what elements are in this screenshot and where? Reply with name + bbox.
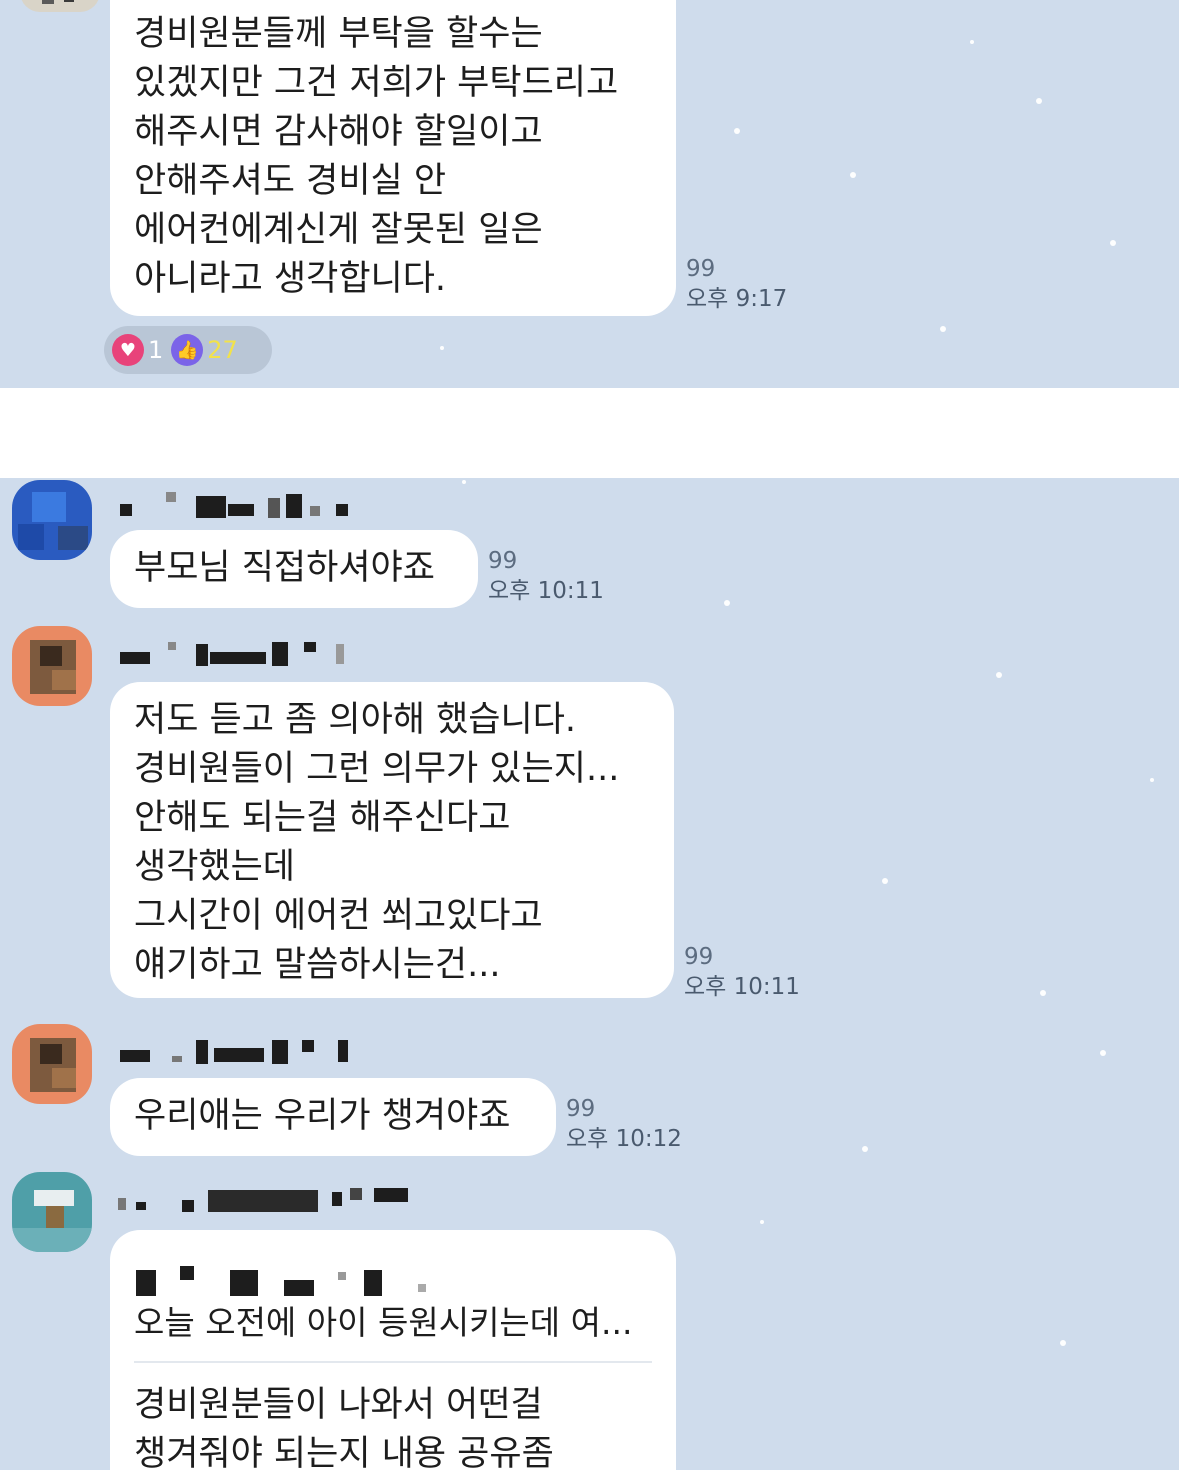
message-meta: 99 오후 10:11: [684, 942, 800, 1002]
message-bubble[interactable]: 경비원분들께 부탁을 할수는 있겠지만 그건 저희가 부탁드리고 해주시면 감사…: [110, 0, 676, 316]
sender-name-blurred: [118, 492, 358, 518]
sender-name-blurred: [118, 1186, 418, 1212]
message-line: 부모님 직접하셔야죠: [134, 548, 435, 588]
avatar[interactable]: [12, 1024, 92, 1104]
message-line: 얘기하고 말씀하시는건...: [134, 945, 501, 985]
timestamp: 오후 9:17: [686, 286, 788, 312]
chat-panel-top: 경비원분들께 부탁을 할수는 있겠지만 그건 저희가 부탁드리고 해주시면 감사…: [0, 0, 1179, 388]
avatar[interactable]: [20, 0, 100, 12]
timestamp: 오후 10:12: [566, 1126, 682, 1152]
message-line: 아니라고 생각합니다.: [134, 259, 447, 299]
message-line: 우리애는 우리가 챙겨야죠: [134, 1096, 511, 1136]
quoted-sender-blurred: [134, 1266, 652, 1296]
message-line: 경비원들이 그런 의무가 있는지...: [134, 749, 620, 789]
reaction-bar[interactable]: ♥ 1 👍 27: [104, 326, 272, 374]
message-line: 있겠지만 그건 저희가 부탁드리고: [134, 63, 619, 103]
quote-divider: [134, 1361, 652, 1363]
message-meta: 99 오후 9:17: [686, 254, 787, 314]
timestamp: 오후 10:11: [488, 578, 604, 604]
message-line: 저도 듣고 좀 의아해 했습니다.: [134, 700, 577, 740]
thumbs-up-icon: 👍: [171, 334, 204, 366]
message-meta: 99 오후 10:11: [488, 546, 604, 606]
message-line: 안해주셔도 경비실 안: [134, 161, 447, 201]
message-line: 생각했는데: [134, 847, 296, 887]
sender-name-blurred: [118, 640, 358, 666]
message-bubble[interactable]: 우리애는 우리가 챙겨야죠: [110, 1078, 556, 1156]
message-bubble[interactable]: 저도 듣고 좀 의아해 했습니다. 경비원들이 그런 의무가 있는지... 안해…: [110, 682, 674, 998]
avatar[interactable]: [12, 1172, 92, 1252]
avatar[interactable]: [12, 626, 92, 706]
avatar[interactable]: [12, 480, 92, 560]
message-line: 경비원분들이 나와서 어떤걸: [134, 1385, 543, 1425]
heart-icon: ♥: [112, 334, 144, 366]
unread-count: 99: [686, 256, 716, 282]
unread-count: 99: [684, 944, 714, 970]
message-line: 그시간이 에어컨 쐬고있다고: [134, 896, 543, 936]
like-count: 27: [207, 336, 238, 364]
message-line: 안해도 되는걸 해주신다고: [134, 798, 511, 838]
reply-message-bubble[interactable]: 오늘 오전에 아이 등원시키는데 여... 경비원분들이 나와서 어떤걸 챙겨줘…: [110, 1230, 676, 1470]
message-line: 경비원분들께 부탁을 할수는: [134, 14, 543, 54]
unread-count: 99: [488, 548, 518, 574]
message-bubble[interactable]: 부모님 직접하셔야죠: [110, 530, 478, 608]
quoted-message-preview[interactable]: 오늘 오전에 아이 등원시키는데 여...: [134, 1298, 652, 1347]
message-line: 챙겨줘야 되는지 내용 공유좀: [134, 1434, 554, 1470]
chat-panel-bottom: 부모님 직접하셔야죠 99 오후 10:11 저도 듣고 좀 의아해 했습니다.…: [0, 478, 1179, 1470]
unread-count: 99: [566, 1096, 596, 1122]
message-line: 해주시면 감사해야 할일이고: [134, 112, 543, 152]
sender-name-blurred: [118, 1038, 358, 1064]
message-line: 에어컨에계신게 잘못된 일은: [134, 210, 543, 250]
message-meta: 99 오후 10:12: [566, 1094, 682, 1154]
heart-count: 1: [148, 336, 164, 364]
timestamp: 오후 10:11: [684, 974, 800, 1000]
